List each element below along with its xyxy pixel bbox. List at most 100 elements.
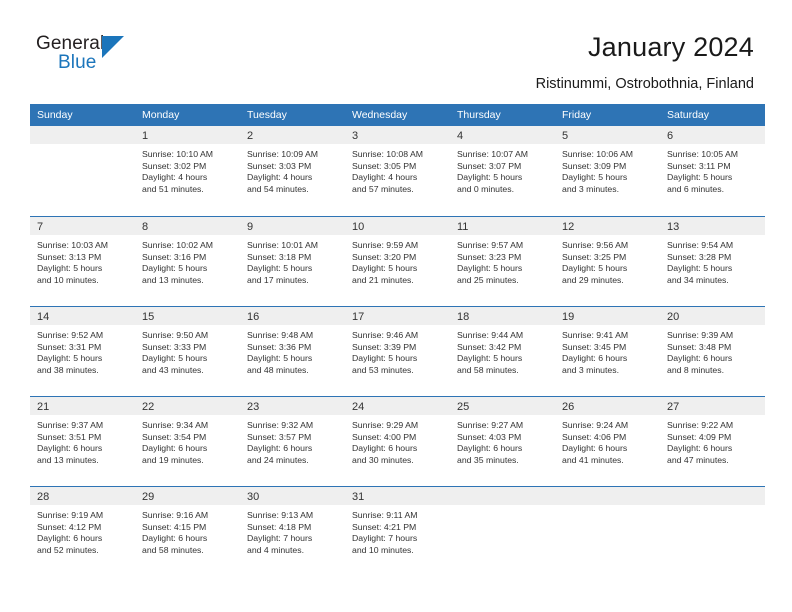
day-detail-block: Sunrise: 10:08 AM Sunset: 3:05 PM Daylight…: [345, 144, 450, 195]
day-detail-line: Sunrise: 9:46 AM: [352, 330, 419, 340]
day-detail-line: Sunset: 3:02 PM: [142, 160, 207, 171]
day-detail-line: Daylight: 5 hours: [667, 172, 733, 183]
day-number: 28: [37, 491, 50, 503]
calendar-day-cell[interactable]: 6 Sunrise: 10:05 AM Sunset: 3:11 PM Dayligh…: [660, 126, 765, 215]
calendar-day-cell[interactable]: 24 Sunrise: 9:29 AM Sunset: 4:00 PM Dayligh…: [345, 397, 450, 486]
calendar-day-cell[interactable]: 10 Sunrise: 9:59 AM Sunset: 3:20 PM Dayligh…: [345, 217, 450, 306]
day-detail-line: Sunrise: 9:52 AM: [37, 330, 104, 340]
day-detail-line: Daylight: 5 hours: [247, 263, 313, 274]
day-detail-line: Daylight: 5 hours: [142, 353, 208, 364]
day-detail-line: Sunset: 3:57 PM: [247, 431, 312, 442]
day-detail-line: and 57 minutes.: [352, 183, 414, 194]
calendar-day-cell[interactable]: 30 Sunrise: 9:13 AM Sunset: 4:18 PM Dayligh…: [240, 487, 345, 576]
day-detail-block: Sunrise: 9:16 AM Sunset: 4:15 PM Daylight:…: [135, 505, 240, 556]
calendar-day-cell[interactable]: 4 Sunrise: 10:07 AM Sunset: 3:07 PM Dayligh…: [450, 126, 555, 215]
day-detail-line: Sunset: 3:07 PM: [457, 160, 522, 171]
day-number-band: 29: [135, 487, 240, 505]
calendar-day-cell[interactable]: 23 Sunrise: 9:32 AM Sunset: 3:57 PM Dayligh…: [240, 397, 345, 486]
weekday-header-monday: Monday: [142, 109, 180, 121]
day-detail-line: Sunrise: 9:57 AM: [457, 240, 524, 250]
day-number-band: 10: [345, 217, 450, 235]
calendar-week-row: 21 Sunrise: 9:37 AM Sunset: 3:51 PM Dayligh…: [30, 396, 765, 486]
calendar-day-cell[interactable]: 25 Sunrise: 9:27 AM Sunset: 4:03 PM Dayligh…: [450, 397, 555, 486]
day-detail-line: Sunrise: 9:56 AM: [562, 240, 629, 250]
day-detail-line: Daylight: 6 hours: [247, 443, 313, 454]
day-detail-block: Sunrise: 9:52 AM Sunset: 3:31 PM Daylight:…: [30, 325, 135, 376]
day-detail-line: and 24 minutes.: [247, 454, 309, 465]
day-detail-line: Daylight: 6 hours: [142, 443, 208, 454]
day-number-band: 16: [240, 307, 345, 325]
day-detail-block: Sunrise: 9:34 AM Sunset: 3:54 PM Daylight:…: [135, 415, 240, 466]
day-detail-line: Sunrise: 9:44 AM: [457, 330, 524, 340]
calendar-day-cell[interactable]: 27 Sunrise: 9:22 AM Sunset: 4:09 PM Dayligh…: [660, 397, 765, 486]
day-number: 24: [352, 401, 365, 413]
day-detail-line: Sunrise: 10:01 AM: [247, 240, 318, 250]
day-number-band: 15: [135, 307, 240, 325]
day-detail-block: [660, 505, 765, 510]
day-detail-block: Sunrise: 9:22 AM Sunset: 4:09 PM Daylight:…: [660, 415, 765, 466]
calendar-day-cell[interactable]: 31 Sunrise: 9:11 AM Sunset: 4:21 PM Dayligh…: [345, 487, 450, 576]
calendar-day-cell[interactable]: 28 Sunrise: 9:19 AM Sunset: 4:12 PM Dayligh…: [30, 487, 135, 576]
day-detail-line: and 29 minutes.: [562, 274, 624, 285]
day-detail-line: Sunset: 3:31 PM: [37, 341, 102, 352]
day-number-band: 20: [660, 307, 765, 325]
day-number: 12: [562, 221, 575, 233]
calendar-day-cell[interactable]: 16 Sunrise: 9:48 AM Sunset: 3:36 PM Dayligh…: [240, 307, 345, 396]
day-detail-line: Sunset: 3:36 PM: [247, 341, 312, 352]
day-detail-line: Sunrise: 9:59 AM: [352, 240, 419, 250]
calendar-day-cell[interactable]: 17 Sunrise: 9:46 AM Sunset: 3:39 PM Dayligh…: [345, 307, 450, 396]
day-detail-block: Sunrise: 9:57 AM Sunset: 3:23 PM Daylight:…: [450, 235, 555, 286]
day-detail-line: and 25 minutes.: [457, 274, 519, 285]
day-detail-line: and 4 minutes.: [247, 544, 304, 555]
day-detail-line: Sunset: 4:15 PM: [142, 521, 207, 532]
brand-logo[interactable]: General Blue: [36, 33, 176, 81]
day-number-band: 19: [555, 307, 660, 325]
day-number: 29: [142, 491, 155, 503]
page-title: January 2024: [587, 32, 754, 62]
calendar-day-cell[interactable]: 13 Sunrise: 9:54 AM Sunset: 3:28 PM Dayligh…: [660, 217, 765, 306]
day-detail-line: Sunset: 4:09 PM: [667, 431, 732, 442]
day-detail-line: Daylight: 7 hours: [247, 533, 313, 544]
calendar-day-cell[interactable]: 18 Sunrise: 9:44 AM Sunset: 3:42 PM Dayligh…: [450, 307, 555, 396]
calendar-day-cell[interactable]: 26 Sunrise: 9:24 AM Sunset: 4:06 PM Dayligh…: [555, 397, 660, 486]
calendar-day-cell[interactable]: 22 Sunrise: 9:34 AM Sunset: 3:54 PM Dayligh…: [135, 397, 240, 486]
day-detail-line: Daylight: 4 hours: [247, 172, 313, 183]
calendar-day-cell[interactable]: 14 Sunrise: 9:52 AM Sunset: 3:31 PM Dayligh…: [30, 307, 135, 396]
day-detail-line: Sunrise: 9:22 AM: [667, 420, 734, 430]
day-detail-block: Sunrise: 9:46 AM Sunset: 3:39 PM Daylight:…: [345, 325, 450, 376]
logo-text-general: General: [36, 33, 105, 54]
day-detail-line: Daylight: 5 hours: [457, 353, 523, 364]
day-number-band: 17: [345, 307, 450, 325]
day-detail-block: Sunrise: 9:27 AM Sunset: 4:03 PM Daylight:…: [450, 415, 555, 466]
day-detail-line: Sunset: 3:09 PM: [562, 160, 627, 171]
day-detail-line: Sunrise: 10:06 AM: [562, 149, 633, 159]
day-number-band: 18: [450, 307, 555, 325]
calendar-day-cell[interactable]: 19 Sunrise: 9:41 AM Sunset: 3:45 PM Dayligh…: [555, 307, 660, 396]
calendar-day-cell[interactable]: 3 Sunrise: 10:08 AM Sunset: 3:05 PM Dayligh…: [345, 126, 450, 215]
calendar-day-cell[interactable]: 15 Sunrise: 9:50 AM Sunset: 3:33 PM Dayligh…: [135, 307, 240, 396]
calendar-day-cell[interactable]: 12 Sunrise: 9:56 AM Sunset: 3:25 PM Dayligh…: [555, 217, 660, 306]
calendar-day-cell[interactable]: 29 Sunrise: 9:16 AM Sunset: 4:15 PM Dayligh…: [135, 487, 240, 576]
day-number-band: [30, 126, 135, 144]
calendar-day-cell[interactable]: 1 Sunrise: 10:10 AM Sunset: 3:02 PM Dayligh…: [135, 126, 240, 215]
day-detail-line: and 47 minutes.: [667, 454, 729, 465]
day-number: 14: [37, 311, 50, 323]
day-number-band: 12: [555, 217, 660, 235]
day-detail-line: Sunset: 3:23 PM: [457, 251, 522, 262]
calendar-week-row: 7 Sunrise: 10:03 AM Sunset: 3:13 PM Dayligh…: [30, 216, 765, 306]
calendar-day-cell[interactable]: 21 Sunrise: 9:37 AM Sunset: 3:51 PM Dayligh…: [30, 397, 135, 486]
calendar-day-cell[interactable]: 2 Sunrise: 10:09 AM Sunset: 3:03 PM Dayligh…: [240, 126, 345, 215]
calendar-day-cell[interactable]: 8 Sunrise: 10:02 AM Sunset: 3:16 PM Dayligh…: [135, 217, 240, 306]
day-number-band: 21: [30, 397, 135, 415]
day-number-band: 3: [345, 126, 450, 144]
calendar-day-cell[interactable]: 5 Sunrise: 10:06 AM Sunset: 3:09 PM Dayligh…: [555, 126, 660, 215]
calendar-week-row: 1 Sunrise: 10:10 AM Sunset: 3:02 PM Dayligh…: [30, 126, 765, 216]
calendar-day-cell[interactable]: 11 Sunrise: 9:57 AM Sunset: 3:23 PM Dayligh…: [450, 217, 555, 306]
calendar-day-cell[interactable]: 7 Sunrise: 10:03 AM Sunset: 3:13 PM Dayligh…: [30, 217, 135, 306]
day-detail-line: Sunset: 3:45 PM: [562, 341, 627, 352]
day-detail-line: Sunset: 3:18 PM: [247, 251, 312, 262]
calendar-day-cell[interactable]: 20 Sunrise: 9:39 AM Sunset: 3:48 PM Dayligh…: [660, 307, 765, 396]
day-number: 20: [667, 311, 680, 323]
calendar-day-cell[interactable]: 9 Sunrise: 10:01 AM Sunset: 3:18 PM Dayligh…: [240, 217, 345, 306]
day-detail-line: and 10 minutes.: [37, 274, 99, 285]
